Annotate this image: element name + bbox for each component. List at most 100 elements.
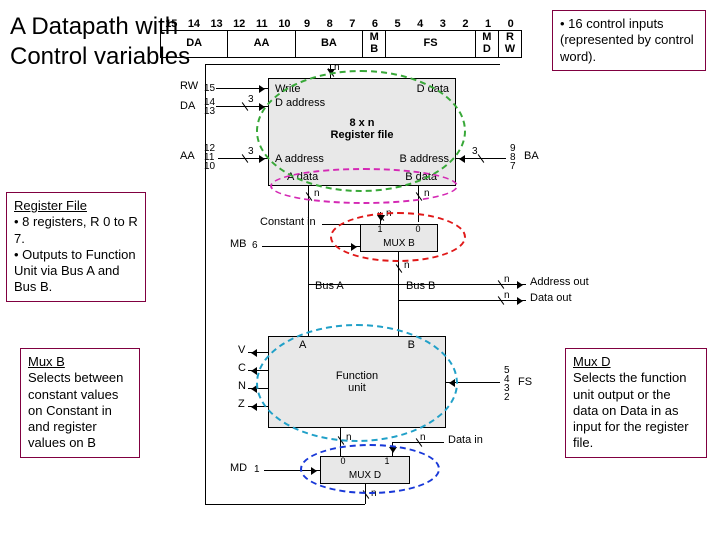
bit-indices: 15 14 13 12 11 10 9 8 7 6 5 4 3 2 1 0 — [160, 18, 522, 30]
bits-mb: 6 — [252, 240, 258, 251]
label-n: n — [404, 260, 410, 271]
label-n: n — [346, 432, 352, 443]
mux-d-label: MUX D — [321, 470, 409, 481]
body: • 8 registers, R 0 to R 7. • Outputs to … — [14, 214, 138, 294]
flag-z: Z — [238, 398, 245, 410]
label-da: DA — [180, 100, 195, 112]
bit: 8 — [318, 18, 341, 30]
bit: 9 — [296, 18, 319, 30]
label-a-addr: A address — [275, 153, 324, 165]
label-data-in: Data in — [448, 434, 483, 446]
label-n: n — [504, 290, 510, 301]
field-DA: DA — [161, 31, 228, 57]
register-file-box: Write D data D address 8 x n Register fi… — [268, 78, 456, 186]
mux-d-ports: 0 1 — [321, 456, 409, 466]
label-n: n — [424, 188, 430, 199]
bit: 15 — [160, 18, 183, 30]
bit: 1 — [477, 18, 500, 30]
regfile-title: 8 x n Register file — [331, 117, 394, 141]
bit: 3 — [432, 18, 455, 30]
bits-ba: 987 — [510, 144, 516, 171]
wire — [205, 504, 365, 505]
bit: 13 — [205, 18, 228, 30]
mux-b-ports: 1 0 — [361, 224, 437, 234]
label-n: n — [371, 488, 377, 499]
wire-bus-a — [308, 186, 309, 336]
wire — [205, 64, 206, 504]
bit: 6 — [364, 18, 387, 30]
slash — [363, 490, 370, 499]
control-word-table: 15 14 13 12 11 10 9 8 7 6 5 4 3 2 1 0 DA… — [160, 18, 522, 58]
label-3: 3 — [248, 94, 254, 105]
function-unit-box: A B Function unit — [268, 336, 446, 428]
wire — [248, 388, 268, 389]
slash — [306, 192, 313, 201]
bit: 12 — [228, 18, 251, 30]
bit: 11 — [251, 18, 274, 30]
text: • 16 control inputs (represented by cont… — [560, 16, 694, 64]
label-data-out: Data out — [530, 292, 572, 304]
flag-n: N — [238, 380, 246, 392]
wire — [248, 406, 268, 407]
bit: 4 — [409, 18, 432, 30]
bit: 2 — [454, 18, 477, 30]
field-MB: M B — [363, 31, 386, 57]
wire-bus-b — [398, 252, 399, 336]
wire — [248, 352, 268, 353]
datapath-diagram: n Write D data D address 8 x n Register … — [160, 64, 690, 534]
wire — [308, 284, 526, 285]
flag-c: C — [238, 362, 246, 374]
label-b-addr: B address — [399, 153, 449, 165]
label-b-data: B data — [405, 171, 437, 183]
slash — [416, 192, 423, 201]
label-bus-b: Bus B — [406, 280, 435, 292]
bit: 10 — [273, 18, 296, 30]
label-b: B — [408, 339, 415, 351]
wire — [264, 470, 320, 471]
label-3: 3 — [472, 146, 478, 157]
field-MD: M D — [476, 31, 499, 57]
label-aa: AA — [180, 150, 195, 162]
wire — [262, 246, 360, 247]
note-mux-b: Mux B Selects between constant values on… — [20, 348, 140, 458]
field-RW: R W — [499, 31, 521, 57]
label-fs: FS — [518, 376, 532, 388]
heading: Register File — [14, 198, 87, 213]
note-register-file: Register File • 8 registers, R 0 to R 7.… — [6, 192, 146, 302]
label-mb: MB — [230, 238, 247, 250]
mux-b: 1 0 MUX B — [360, 224, 438, 252]
port: 0 — [415, 224, 420, 234]
label-d-data: D data — [417, 83, 449, 95]
flag-v: V — [238, 344, 245, 356]
label-address-out: Address out — [530, 276, 589, 288]
wire — [248, 370, 268, 371]
wire — [205, 64, 500, 65]
label-n: n — [334, 62, 340, 73]
port: 1 — [384, 456, 389, 466]
field-row: DA AA BA M B FS M D R W — [160, 30, 522, 58]
mux-d: 0 1 MUX D — [320, 456, 410, 484]
label-ba: BA — [524, 150, 539, 162]
field-FS: FS — [386, 31, 476, 57]
wire — [446, 382, 500, 383]
wire — [218, 158, 268, 159]
mux-b-label: MUX B — [361, 238, 437, 249]
wire — [216, 88, 268, 89]
heading: Mux B — [28, 354, 65, 369]
label-constant-in: Constant in — [260, 216, 316, 228]
note-top-right: • 16 control inputs (represented by cont… — [552, 10, 706, 71]
label-n: n — [386, 208, 392, 219]
bit: 14 — [183, 18, 206, 30]
field-AA: AA — [228, 31, 295, 57]
label-write: Write — [275, 83, 300, 95]
label-rw: RW — [180, 80, 198, 92]
slash — [396, 264, 403, 273]
wire — [216, 106, 268, 107]
bits-fs: 5432 — [504, 366, 510, 402]
function-unit-label: Function unit — [336, 370, 378, 394]
label-n: n — [314, 188, 320, 199]
field-BA: BA — [296, 31, 363, 57]
wire-b — [418, 186, 419, 222]
label-md: MD — [230, 462, 247, 474]
bits-md: 1 — [254, 464, 260, 475]
